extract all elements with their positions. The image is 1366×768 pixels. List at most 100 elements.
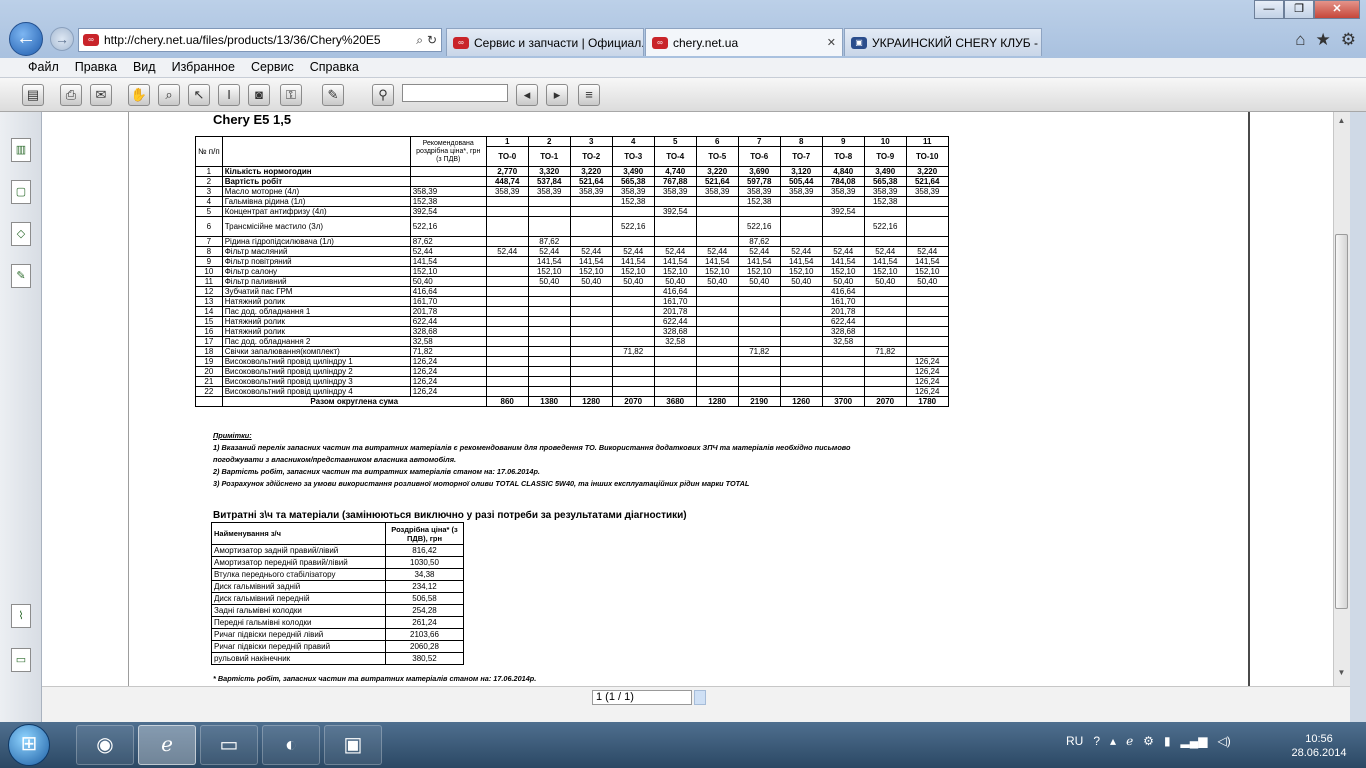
table-cell <box>905 216 949 237</box>
row-price: 358,39 <box>409 186 487 197</box>
back-button[interactable]: ← <box>9 22 43 56</box>
total-cell: 3700 <box>821 396 865 407</box>
browser-tool-icons: ⌂ ★ ⚙ <box>1295 30 1356 50</box>
gear-icon[interactable]: ⚙ <box>1341 30 1356 50</box>
part-price: 254,28 <box>385 604 464 617</box>
taskbar-app-icon[interactable]: ◐ <box>262 725 320 765</box>
table-row: 2 Вартість робіт 448,74 537,84 521,64 565,38 7… <box>195 176 949 187</box>
page-indicator-input[interactable]: 1 (1 / 1) <box>592 690 692 705</box>
table-cell: 522,16 <box>737 216 781 237</box>
select-arrow-icon[interactable]: ↖ <box>188 84 210 106</box>
menu-edit[interactable]: Правка <box>75 58 117 77</box>
table-cell: 358,39 <box>863 186 907 197</box>
refresh-icon[interactable]: ↻ <box>427 33 441 47</box>
taskbar-network-app-icon[interactable]: ▣ <box>324 725 382 765</box>
paperclip-icon[interactable]: ⌇ <box>11 604 31 628</box>
clock-time: 10:56 <box>1305 733 1333 745</box>
text-select-icon[interactable]: I <box>218 84 240 106</box>
help-icon[interactable]: ? <box>1093 734 1100 748</box>
tray-settings-icon[interactable]: ⚙ <box>1143 734 1154 748</box>
tab-close-icon[interactable]: ✕ <box>827 36 836 49</box>
taskbar-chrome-icon[interactable]: ◉ <box>76 725 134 765</box>
find-binoculars-icon[interactable]: ⚲ <box>372 84 394 106</box>
table-cell <box>821 216 865 237</box>
scroll-up-arrow-icon[interactable]: ▲ <box>1335 116 1348 129</box>
table-cell: 141,54 <box>779 256 823 267</box>
part-name: Диск гальмівний задній <box>211 580 386 593</box>
language-indicator[interactable]: RU <box>1066 734 1083 748</box>
maximize-button[interactable]: ❐ <box>1284 0 1314 19</box>
find-previous-icon[interactable]: ◂ <box>516 84 538 106</box>
menu-view[interactable]: Вид <box>133 58 156 77</box>
table-cell: 784,08 <box>821 176 865 187</box>
clock[interactable]: 10:56 28.06.2014 <box>1284 732 1354 760</box>
highlight-icon[interactable]: ≡ <box>578 84 600 106</box>
tab-service[interactable]: ∞ Сервис и запчасти | Официал... <box>446 28 644 56</box>
table-cell <box>695 346 739 357</box>
minimize-button[interactable]: — <box>1254 0 1284 19</box>
attachments-panel-icon[interactable]: ▢ <box>11 180 31 204</box>
table-cell: 32,58 <box>821 336 865 347</box>
table-cell <box>485 366 529 377</box>
table-cell <box>653 376 697 387</box>
menu-tools[interactable]: Сервис <box>251 58 294 77</box>
table-cell: 152,10 <box>695 266 739 277</box>
header-cell: ТО-5 <box>695 146 739 167</box>
comments-panel-icon[interactable]: ▭ <box>11 648 31 672</box>
table-cell <box>569 376 613 387</box>
tray-e-icon[interactable]: ℯ <box>1126 734 1133 748</box>
scroll-down-arrow-icon[interactable]: ▼ <box>1335 668 1348 681</box>
print-icon[interactable]: ⎙ <box>60 84 82 106</box>
find-input[interactable] <box>402 84 508 102</box>
close-button[interactable]: ✕ <box>1314 0 1360 19</box>
layers-panel-icon[interactable]: ◇ <box>11 222 31 246</box>
volume-icon[interactable]: ◁) <box>1218 734 1231 748</box>
part-price: 2060,28 <box>385 640 464 653</box>
tray-arrow-icon[interactable]: ▴ <box>1110 734 1116 748</box>
row-price: 126,24 <box>409 356 487 367</box>
table-cell <box>485 386 529 397</box>
table-cell <box>569 326 613 337</box>
forward-button[interactable]: → <box>50 27 74 51</box>
system-tray: RU ? ▴ ℯ ⚙ ▮ ▂▄▆ ◁) <box>1066 734 1231 748</box>
network-signal-icon[interactable]: ▂▄▆ <box>1181 734 1208 748</box>
table-cell: 52,44 <box>737 246 781 257</box>
signatures-panel-icon[interactable]: ✎ <box>11 264 31 288</box>
email-icon[interactable]: ✉ <box>90 84 112 106</box>
table-cell <box>527 216 571 237</box>
table-cell <box>905 196 949 207</box>
address-bar[interactable]: ∞ http://chery.net.ua/files/products/13/… <box>78 28 442 52</box>
row-price: 392,54 <box>409 206 487 217</box>
menu-favorites[interactable]: Избранное <box>172 58 235 77</box>
tab-chery[interactable]: ∞ chery.net.ua ✕ <box>645 28 843 56</box>
favorites-star-icon[interactable]: ★ <box>1316 30 1331 50</box>
find-next-icon[interactable]: ▸ <box>546 84 568 106</box>
hand-tool-icon[interactable]: ✋ <box>128 84 150 106</box>
menu-file[interactable]: Файл <box>28 58 59 77</box>
taskbar-ie-icon[interactable]: ℯ <box>138 725 196 765</box>
scrollbar-thumb[interactable] <box>1335 234 1348 609</box>
sign-icon[interactable]: ✎ <box>322 84 344 106</box>
table-cell: 141,54 <box>653 256 697 267</box>
taskbar-explorer-icon[interactable]: ▭ <box>200 725 258 765</box>
table-cell: 152,38 <box>863 196 907 207</box>
pages-panel-icon[interactable]: ▥ <box>11 138 31 162</box>
tray-device-icon[interactable]: ▮ <box>1164 734 1171 748</box>
zoom-icon[interactable]: ⌕ <box>158 84 180 106</box>
page-nav-button[interactable] <box>694 690 706 705</box>
pdf-viewer: Chery E5 1,5 № п/п Рекомендована роздрібн… <box>42 112 1333 722</box>
search-icon[interactable]: ⌕ <box>412 33 427 48</box>
menu-help[interactable]: Справка <box>310 58 359 77</box>
table-cell: 50,40 <box>737 276 781 287</box>
row-name: Натяжний ролик <box>221 326 411 337</box>
start-button[interactable]: ⊞ <box>8 724 50 766</box>
home-icon[interactable]: ⌂ <box>1295 30 1305 50</box>
row-price: 52,44 <box>409 246 487 257</box>
snapshot-icon[interactable]: ◙ <box>248 84 270 106</box>
tab-club[interactable]: ▣ УКРАИНСКИЙ CHERY КЛУБ - ... <box>844 28 1042 56</box>
save-icon[interactable]: ▤ <box>22 84 44 106</box>
rms-lock-icon[interactable]: ⚿ <box>280 84 302 106</box>
table-cell: 50,40 <box>695 276 739 287</box>
table-row: 9 Фільтр повітряний 141,54 141,54 141,54 141,… <box>195 256 949 267</box>
row-price: 201,78 <box>409 306 487 317</box>
